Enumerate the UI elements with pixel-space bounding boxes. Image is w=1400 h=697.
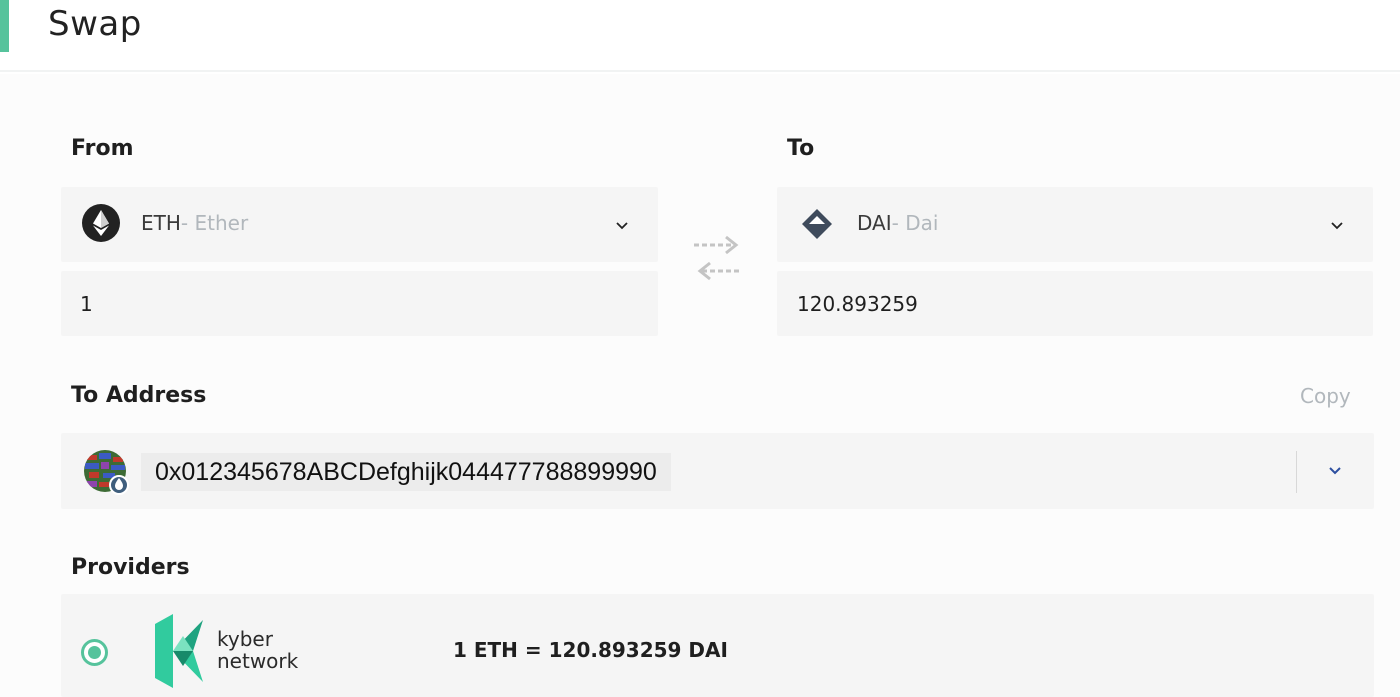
from-label: From: [71, 136, 134, 161]
address-select[interactable]: 0x012345678ABCDefghijk044477788899990: [61, 433, 1374, 509]
address-value[interactable]: 0x012345678ABCDefghijk044477788899990: [141, 453, 671, 491]
provider-rate: 1 ETH = 120.893259 DAI: [453, 638, 728, 662]
provider-brand: kyber network: [217, 628, 298, 672]
to-token-symbol: DAI: [857, 211, 892, 235]
to-token-text: DAI- Dai: [857, 211, 938, 235]
to-token-select[interactable]: DAI- Dai: [777, 187, 1373, 262]
provider-brand-line2: network: [217, 649, 299, 673]
provider-row[interactable]: kyber network 1 ETH = 120.893259 DAI: [61, 594, 1374, 697]
ether-icon: [82, 204, 120, 242]
chevron-down-icon[interactable]: [1327, 463, 1343, 479]
to-label: To: [787, 136, 815, 161]
to-amount-field[interactable]: 120.893259: [777, 271, 1373, 336]
page-title: Swap: [48, 4, 142, 44]
to-token-name: - Dai: [891, 211, 939, 235]
identicon-avatar: [84, 450, 129, 495]
from-amount-value: 1: [80, 292, 93, 316]
header-accent-bar: [0, 0, 9, 52]
copy-button[interactable]: Copy: [1300, 384, 1351, 408]
page-header: Swap: [0, 0, 1400, 72]
chevron-down-icon[interactable]: [1329, 218, 1345, 234]
providers-label: Providers: [71, 555, 190, 580]
to-amount-value: 120.893259: [797, 292, 918, 316]
from-token-text: ETH- Ether: [141, 211, 248, 235]
dai-icon: [802, 209, 832, 239]
provider-brand-line1: kyber: [217, 627, 273, 651]
kyber-network-logo: [155, 614, 203, 688]
from-token-symbol: ETH: [141, 211, 181, 235]
swap-direction-icon[interactable]: [690, 234, 746, 288]
from-token-select[interactable]: ETH- Ether: [61, 187, 658, 262]
chevron-down-icon[interactable]: [614, 218, 630, 234]
from-amount-field[interactable]: 1: [61, 271, 658, 336]
to-address-label: To Address: [71, 383, 207, 408]
address-divider: [1296, 451, 1297, 493]
from-token-name: - Ether: [180, 211, 249, 235]
provider-radio[interactable]: [81, 639, 108, 666]
